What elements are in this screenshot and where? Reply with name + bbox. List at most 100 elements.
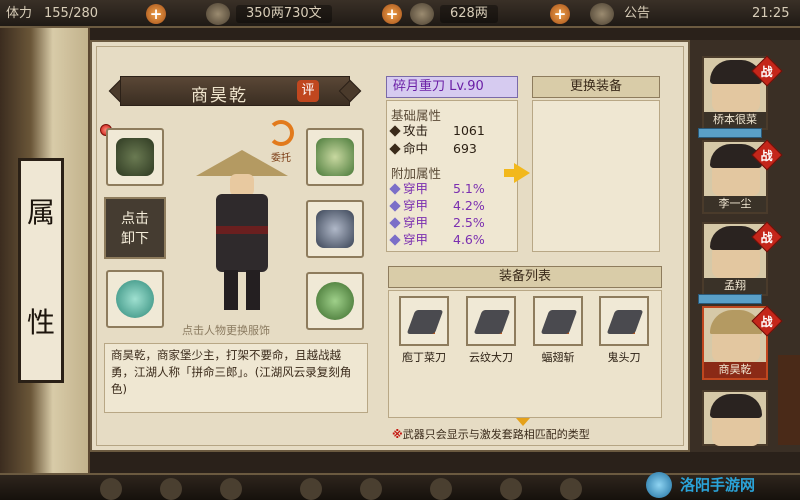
scroll-glyph-2: 性 [26,306,55,339]
equipment-item[interactable]: 鬼头刀 [596,296,652,366]
bat-wing-blade-icon [533,296,583,346]
equip-slot-accessory[interactable] [106,128,164,186]
extra-attr-row: 穿甲 4.6% [389,232,485,248]
base-attr-row: 命中 693 [389,141,477,157]
swap-equipment-title: 更换装备 [532,76,660,98]
extra-attr-row: 穿甲 5.1% [389,181,485,197]
attr-value: 4.6% [453,232,485,247]
note-text: 武器只会显示与激发套路相匹配的类型 [402,428,590,441]
attr-label: 穿甲 [403,181,429,196]
equip-slot-armor[interactable] [306,200,364,258]
bullet-icon [389,183,401,195]
add-coin-button[interactable]: + [382,4,402,24]
add-stamina-button[interactable]: + [146,4,166,24]
watermark-logo: 洛阳手游网 [640,470,800,500]
hero-exp-bar [698,294,762,304]
notice-icon [590,3,614,25]
ghost-head-blade-icon [599,296,649,346]
attr-label: 命中 [403,141,429,156]
broadsword-icon [466,296,516,346]
book-icon [316,138,354,176]
character-name: 商昊乾 [191,86,248,106]
equipment-list-note: ※武器只会显示与激发套路相匹配的类型 [392,426,590,442]
nav-icon[interactable] [100,478,122,500]
character-leg [246,270,260,310]
hero-card[interactable] [702,390,768,446]
extra-attr-header: 附加属性 [391,166,442,181]
hero-name: 孟翔 [704,278,766,294]
attr-value: 4.2% [453,198,485,213]
attr-value: 693 [453,141,477,156]
hero-exp-bar [698,128,762,138]
equipment-item[interactable]: 庖丁菜刀 [396,296,452,366]
note-mark: ※ [392,428,403,441]
extra-attr-row: 穿甲 2.5% [389,215,485,231]
bullet-icon [389,143,401,155]
base-attr-header: 基础属性 [391,108,442,123]
character-face [230,174,254,196]
equipment-item-name: 云纹大刀 [469,351,513,364]
battle-badge-label: 战 [760,64,773,79]
scroll-down-icon[interactable] [516,418,530,426]
top-resource-bar: 体力 155/280 + 350两730文 + 628两 + 公告 21:25 [0,0,800,28]
bullet-icon [389,125,401,137]
unequip-label-2: 卸下 [121,231,149,247]
notice-button[interactable]: 公告 [624,5,650,23]
nav-icon[interactable] [160,478,182,500]
character-description: 商昊乾，商家堡少主，打架不要命，且越战越勇，江湖人称「拼命三郎」。(江湖风云录复… [104,343,368,413]
bullet-icon [389,217,401,229]
gold-value: 628两 [440,5,498,23]
attributes-tab[interactable]: 属 性 [18,158,64,383]
coin-pouch-icon [206,3,230,25]
hero-name: 商昊乾 [704,362,766,378]
weapon-stats: 基础属性 攻击 1061 命中 693 附加属性 穿甲 5.1% 穿甲 4.2% 穿甲 2… [386,100,518,252]
hero-name: 桥本很菜 [704,112,766,128]
nav-icon[interactable] [360,478,382,500]
gold-ingot-icon [410,3,434,25]
add-gold-button[interactable]: + [550,4,570,24]
extra-attr-row: 穿甲 4.2% [389,198,485,214]
nav-icon[interactable] [430,478,452,500]
right-edge-decoration [778,355,800,445]
equipment-item-name: 蝠翅斩 [541,351,575,364]
hero-name: 李一尘 [704,196,766,212]
nav-icon[interactable] [300,478,322,500]
equip-slot-pendant[interactable] [306,272,364,330]
jade-ring-icon [116,280,154,318]
unequip-label-1: 点击 [121,211,149,227]
equipment-item-name: 鬼头刀 [607,351,641,364]
attr-label: 攻击 [403,123,429,138]
attr-value: 5.1% [453,181,485,196]
equipment-item[interactable]: 蝠翅斩 [530,296,586,366]
swap-equipment-box [532,100,660,252]
nav-icon[interactable] [220,478,242,500]
unequip-button[interactable]: 点击 卸下 [104,197,166,259]
equipment-item[interactable]: 云纹大刀 [463,296,519,366]
equip-slot-book[interactable] [306,128,364,186]
battle-badge-label: 战 [760,314,773,329]
character-sash [216,226,268,234]
attr-label: 穿甲 [403,232,429,247]
nav-icon[interactable] [560,478,582,500]
character-figure[interactable] [190,140,300,320]
scroll-glyph-1: 属 [26,196,55,229]
attr-value: 1061 [453,123,485,138]
coin-value: 350两730文 [236,5,332,23]
hero-hair [710,394,762,418]
gauntlet-icon [116,138,154,176]
attr-value: 2.5% [453,215,485,230]
nav-icon[interactable] [500,478,522,500]
character-leg [224,270,238,310]
armor-icon [316,210,354,248]
rate-button[interactable]: 评 [297,80,319,102]
attr-label: 穿甲 [403,198,429,213]
equip-slot-ring[interactable] [106,270,164,328]
change-outfit-hint: 点击人物更换服饰 [182,324,270,337]
battle-badge-label: 战 [760,230,773,245]
character-name-banner: 商昊乾 评 [120,76,350,106]
base-attr-row: 攻击 1061 [389,123,485,139]
jade-pendant-icon [316,282,354,320]
compare-arrow-icon [514,163,530,183]
stamina-value: 155/280 [44,6,99,21]
weapon-title: 碎月重刀 Lv.90 [386,76,518,98]
